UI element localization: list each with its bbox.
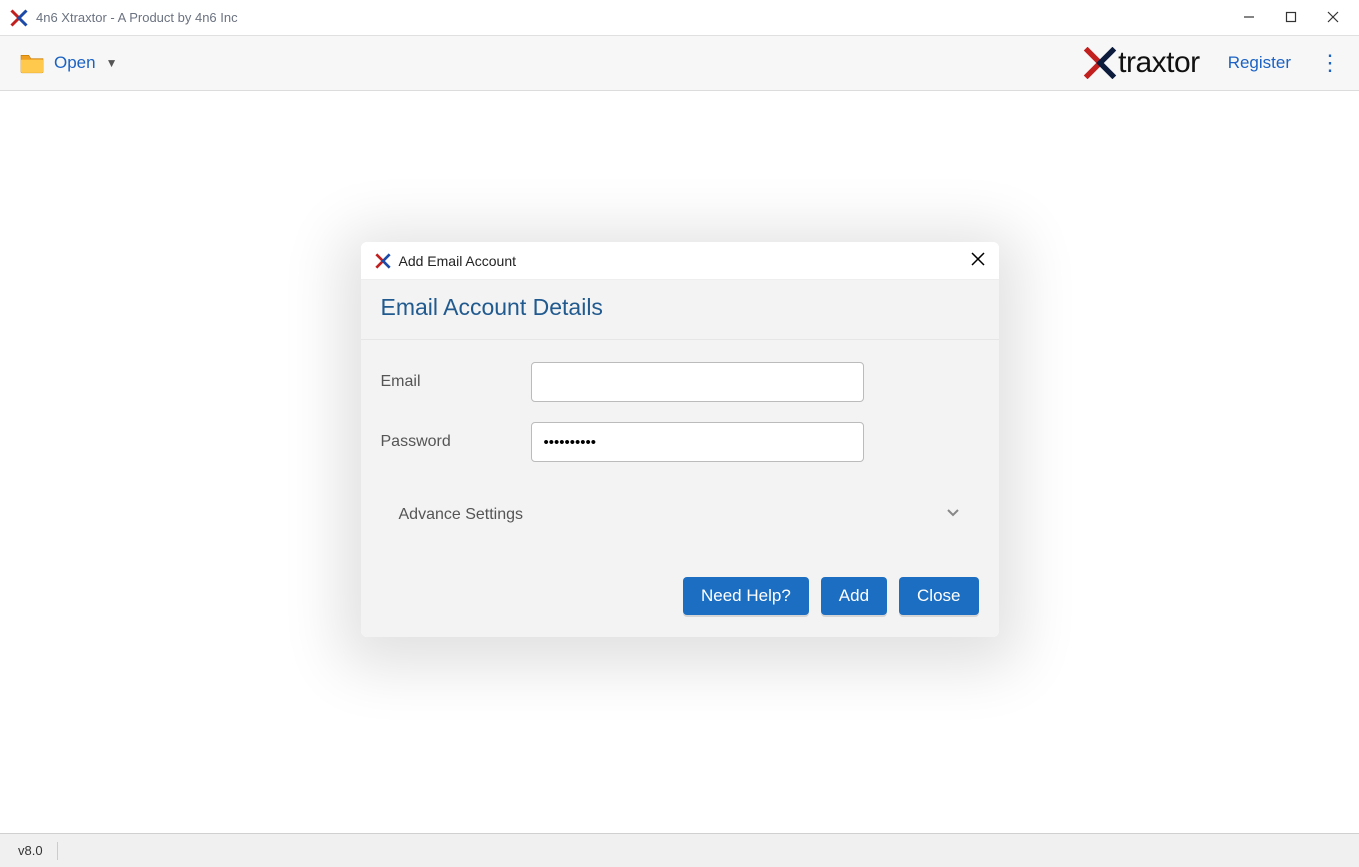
close-dialog-button[interactable]: Close xyxy=(899,577,978,615)
dialog-body: Email Password Advance Settings xyxy=(361,340,999,557)
dialog-header: Email Account Details xyxy=(361,280,999,340)
advance-settings-toggle[interactable]: Advance Settings xyxy=(381,482,979,535)
chevron-down-icon xyxy=(945,504,961,525)
open-label: Open xyxy=(54,53,96,73)
app-icon xyxy=(10,9,28,27)
email-label: Email xyxy=(381,373,531,391)
toolbar: Open ▼ traxtor Register ⋮ xyxy=(0,36,1359,91)
statusbar-separator xyxy=(57,842,58,860)
open-button[interactable]: Open ▼ xyxy=(18,52,117,74)
statusbar: v8.0 xyxy=(0,833,1359,867)
window-titlebar: 4n6 Xtraxtor - A Product by 4n6 Inc xyxy=(0,0,1359,36)
maximize-button[interactable] xyxy=(1285,10,1297,26)
password-input[interactable] xyxy=(531,422,864,462)
minimize-button[interactable] xyxy=(1243,10,1255,26)
version-label: v8.0 xyxy=(18,843,43,858)
dialog-footer: Need Help? Add Close xyxy=(361,557,999,637)
need-help-button[interactable]: Need Help? xyxy=(683,577,809,615)
dialog-heading: Email Account Details xyxy=(381,294,979,321)
dialog-titlebar: Add Email Account xyxy=(361,242,999,280)
register-link[interactable]: Register xyxy=(1228,53,1291,73)
add-email-dialog: Add Email Account Email Account Details … xyxy=(361,242,999,637)
password-row: Password xyxy=(381,422,979,462)
menu-dots-icon[interactable]: ⋮ xyxy=(1319,52,1341,74)
folder-icon xyxy=(18,52,46,74)
dialog-title: Add Email Account xyxy=(399,253,517,269)
window-title: 4n6 Xtraxtor - A Product by 4n6 Inc xyxy=(36,10,238,25)
dialog-icon xyxy=(375,253,391,269)
close-button[interactable] xyxy=(1327,10,1339,26)
email-row: Email xyxy=(381,362,979,402)
window-controls xyxy=(1243,10,1349,26)
advance-settings-label: Advance Settings xyxy=(399,506,524,524)
dialog-close-button[interactable] xyxy=(971,250,985,271)
password-label: Password xyxy=(381,433,531,451)
email-input[interactable] xyxy=(531,362,864,402)
brand-text: traxtor xyxy=(1118,46,1200,80)
add-button[interactable]: Add xyxy=(821,577,887,615)
dropdown-chevron-icon: ▼ xyxy=(106,56,118,70)
brand-logo: traxtor xyxy=(1082,47,1200,79)
